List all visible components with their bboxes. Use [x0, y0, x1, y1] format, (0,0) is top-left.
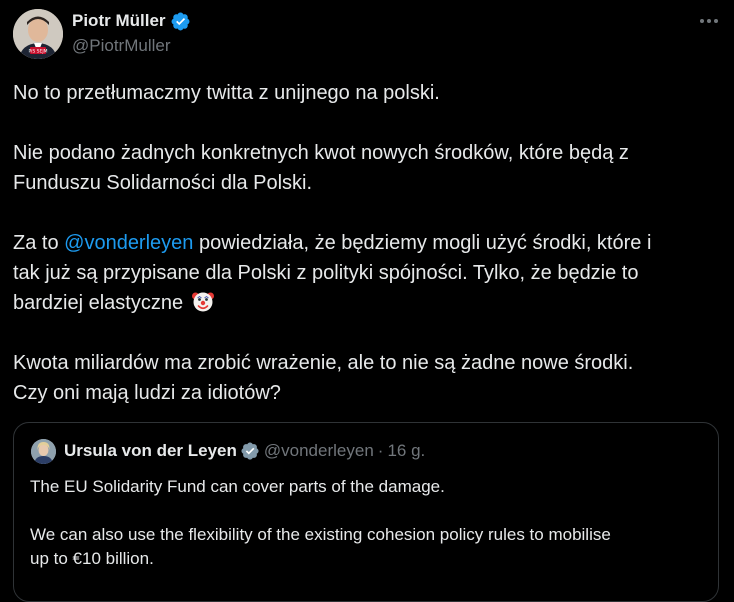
quoted-line: up to €10 billion. [30, 549, 154, 568]
quoted-timestamp[interactable]: 16 g. [387, 440, 425, 462]
tweet-line: Czy oni mają ludzi za idiotów? [13, 382, 281, 404]
avatar-badge-text: PiS SEJM [28, 49, 47, 55]
quoted-author-handle[interactable]: @vonderleyen [264, 440, 374, 462]
mention-link[interactable]: @vonderleyen [64, 232, 193, 254]
quoted-author-avatar[interactable] [31, 439, 56, 464]
verified-badge-icon [241, 442, 259, 460]
verified-badge-icon [171, 12, 189, 30]
author-name[interactable]: Piotr Müller [72, 10, 166, 32]
tweet-line: tak już są przypisane dla Polski z polit… [13, 262, 639, 284]
tweet-line: bardziej elastyczne [13, 288, 713, 318]
tweet-text-segment: powiedziała, że będziemy mogli użyć środ… [193, 232, 652, 254]
tweet-line: Nie podano żadnych konkretnych kwot nowy… [13, 142, 629, 164]
tweet-line: No to przetłumaczmy twitta z unijnego na… [13, 82, 440, 104]
quoted-tweet[interactable]: Ursula von der Leyen @vonderleyen · 16 g… [13, 422, 719, 602]
separator-dot: · [377, 441, 384, 460]
quoted-avatar-image [31, 439, 56, 464]
author-avatar-image: PiS SEJM [13, 9, 63, 59]
tweet-text-segment: bardziej elastyczne [13, 292, 184, 314]
more-options-button[interactable] [694, 10, 724, 32]
quoted-line: We can also use the flexibility of the e… [30, 525, 611, 544]
quoted-text: The EU Solidarity Fund can cover parts o… [30, 475, 710, 571]
tweet-line: Za to @vonderleyen powiedziała, że będzi… [13, 228, 713, 258]
clown-face-emoji [191, 292, 214, 312]
author-handle[interactable]: @PiotrMuller [72, 35, 171, 57]
author-name-row[interactable]: Piotr Müller [72, 10, 191, 32]
author-avatar[interactable]: PiS SEJM [13, 9, 63, 59]
quoted-author-name[interactable]: Ursula von der Leyen [64, 440, 237, 462]
quoted-line: The EU Solidarity Fund can cover parts o… [30, 477, 445, 496]
tweet-line: Kwota miliardów ma zrobić wrażenie, ale … [13, 352, 634, 374]
tweet-text-segment: Za to [13, 232, 65, 254]
tweet-line: Funduszu Solidarności dla Polski. [13, 172, 313, 194]
more-options-icon [700, 19, 718, 23]
quoted-header: Ursula von der Leyen @vonderleyen · 16 g… [64, 440, 425, 462]
tweet-text: No to przetłumaczmy twitta z unijnego na… [13, 78, 713, 408]
